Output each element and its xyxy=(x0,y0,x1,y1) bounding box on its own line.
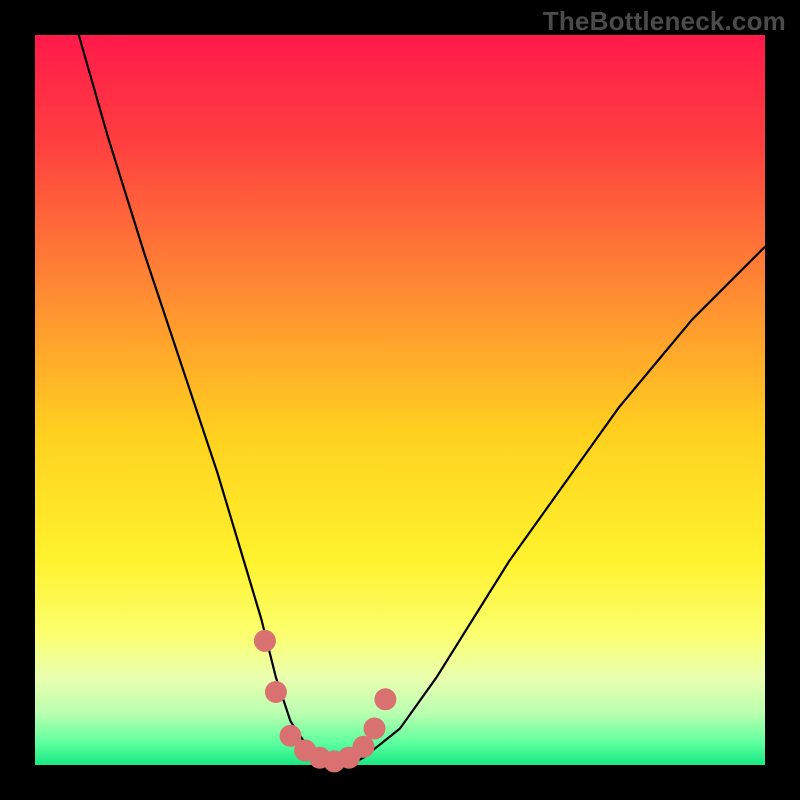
bottleneck-curve xyxy=(79,35,765,765)
valley-marker xyxy=(364,718,386,740)
valley-marker xyxy=(353,736,375,758)
chart-svg xyxy=(35,35,765,765)
outer-frame: TheBottleneck.com xyxy=(0,0,800,800)
valley-marker xyxy=(374,688,396,710)
valley-marker xyxy=(265,681,287,703)
valley-marker xyxy=(254,630,276,652)
plot-area xyxy=(35,35,765,765)
watermark-text: TheBottleneck.com xyxy=(543,6,786,37)
